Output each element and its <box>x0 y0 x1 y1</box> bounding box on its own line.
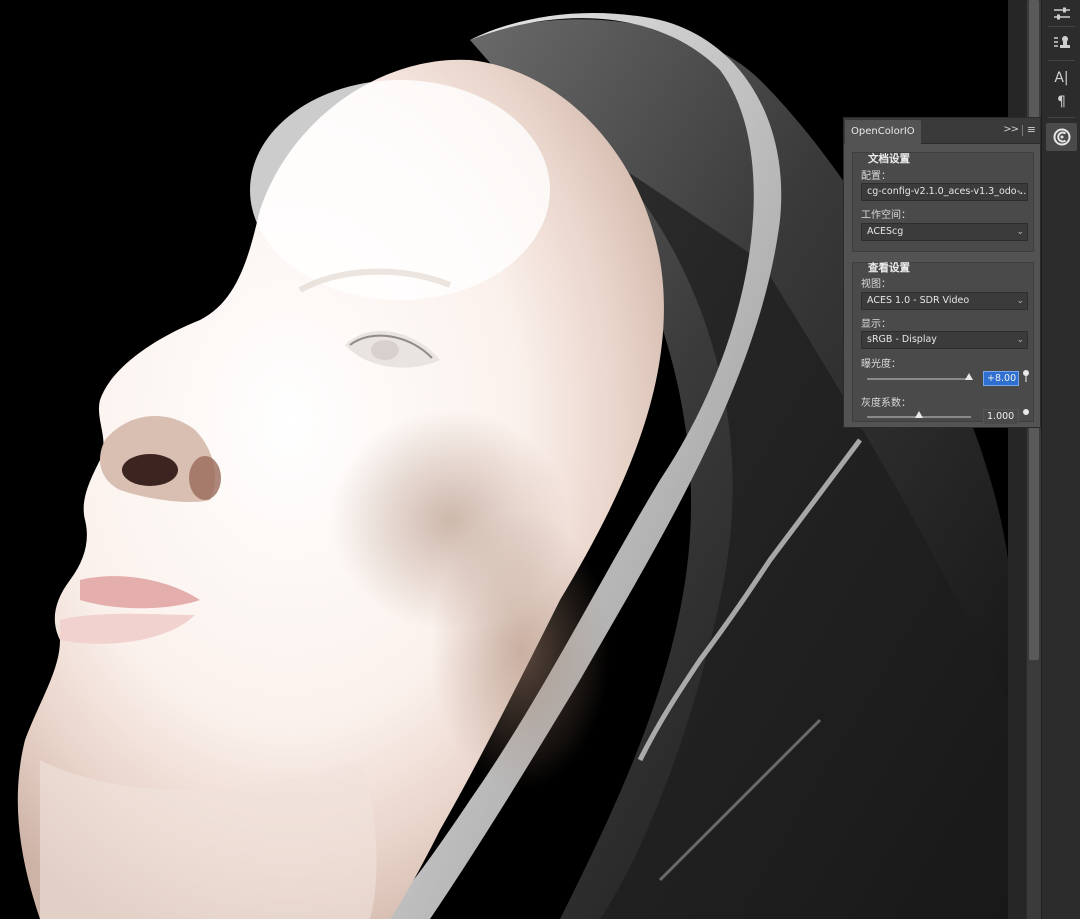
chevron-down-icon: ⌄ <box>1016 227 1024 237</box>
panel-tabbar: OpenColorIO >> ≡ <box>844 118 1040 144</box>
dock-separator <box>1048 117 1075 118</box>
view-value: ACES 1.0 - SDR Video <box>867 295 970 306</box>
working-space-select[interactable]: ACEScg ⌄ <box>861 223 1028 241</box>
view-select[interactable]: ACES 1.0 - SDR Video ⌄ <box>861 292 1028 310</box>
view-label: 视图： <box>861 279 891 290</box>
collapse-panel-icon[interactable]: >> <box>1003 124 1019 135</box>
paragraph-icon[interactable]: ¶ <box>1046 88 1077 116</box>
gamma-value-field[interactable]: 1.000 <box>983 409 1019 424</box>
display-select[interactable]: sRGB - Display ⌄ <box>861 331 1028 349</box>
panel-menu-icon[interactable]: ≡ <box>1027 123 1036 136</box>
dock-separator <box>1048 60 1075 61</box>
chevron-down-icon: ⌄ <box>1016 296 1024 306</box>
config-label: 配置： <box>861 171 891 182</box>
exposure-slider-thumb[interactable] <box>964 373 973 380</box>
document-settings-title: 文档设置 <box>868 153 910 165</box>
dock-separator <box>1048 26 1075 27</box>
display-label: 显示： <box>861 319 891 330</box>
divider <box>1022 125 1023 136</box>
opencolorio-panel: OpenColorIO >> ≡ 文档设置 配置： cg-config-v2.1… <box>843 117 1041 428</box>
view-settings-group: 查看设置 视图： ACES 1.0 - SDR Video ⌄ 显示： sRGB… <box>852 262 1034 424</box>
chevron-down-icon: ⌄ <box>1016 335 1024 345</box>
opencolorio-icon[interactable] <box>1046 123 1077 151</box>
sliders-icon[interactable] <box>1046 0 1077 28</box>
gamma-reset-dot[interactable] <box>1023 409 1029 415</box>
config-value: cg-config-v2.1.0_aces-v1.3_odo-... <box>867 186 1028 197</box>
exposure-label: 曝光度： <box>861 359 901 370</box>
stamp-list-icon[interactable] <box>1046 29 1077 57</box>
working-space-value: ACEScg <box>867 226 904 237</box>
gamma-slider-thumb[interactable] <box>915 411 923 418</box>
exposure-slider-track[interactable] <box>867 378 971 380</box>
config-select[interactable]: cg-config-v2.1.0_aces-v1.3_odo-... ⌄ <box>861 183 1028 201</box>
exposure-reset-stem <box>1025 376 1027 382</box>
working-space-label: 工作空间： <box>861 210 911 221</box>
document-settings-group: 文档设置 配置： cg-config-v2.1.0_aces-v1.3_odo-… <box>852 152 1034 252</box>
right-dock: A| ¶ <box>1041 0 1080 919</box>
tab-opencolorio[interactable]: OpenColorIO <box>845 120 921 144</box>
chevron-down-icon: ⌄ <box>1016 187 1024 197</box>
view-settings-title: 查看设置 <box>868 262 910 274</box>
display-value: sRGB - Display <box>867 334 937 345</box>
exposure-value-field[interactable]: +8.00 <box>983 371 1019 386</box>
gamma-label: 灰度系数： <box>861 398 911 409</box>
